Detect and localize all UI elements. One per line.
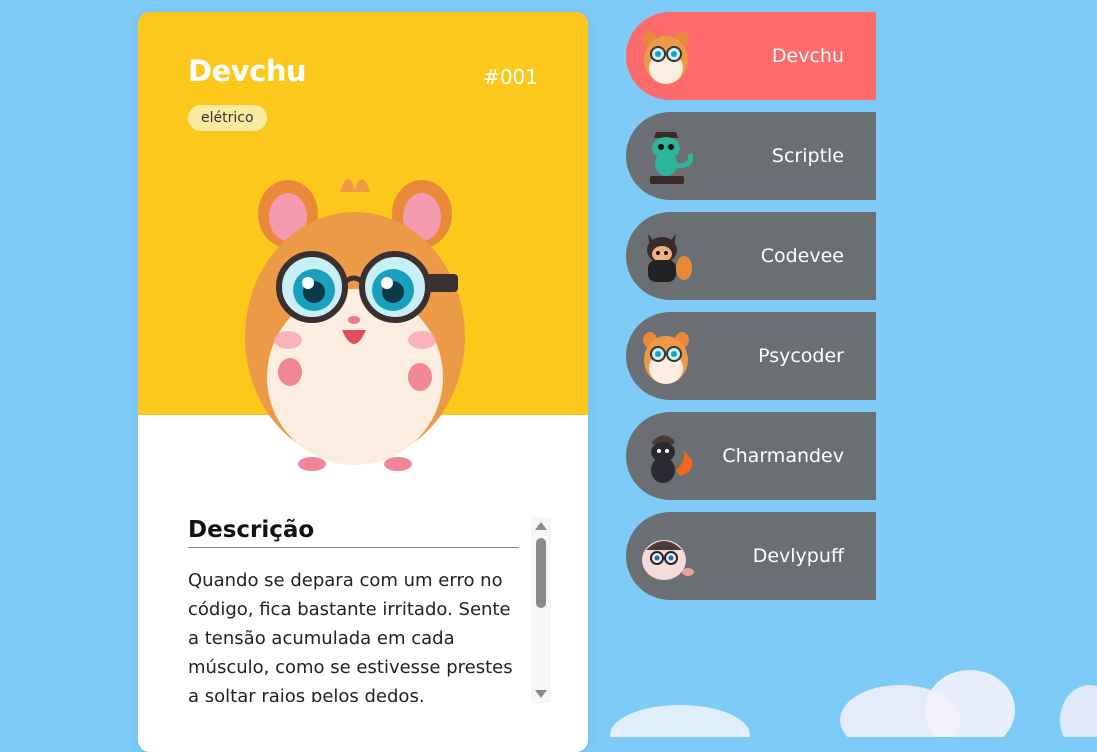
character-item-devchu[interactable]: Devchu xyxy=(626,12,876,100)
type-badge: elétrico xyxy=(188,105,267,131)
description-scrollbar[interactable] xyxy=(531,517,551,703)
character-item-label: Scriptle xyxy=(771,145,844,167)
dino-icon xyxy=(651,435,693,483)
character-item-label: Devchu xyxy=(771,45,844,67)
character-item-label: Charmandev xyxy=(722,445,844,467)
character-item-psycoder[interactable]: Psycoder xyxy=(626,312,876,400)
character-name: Devchu xyxy=(188,54,307,88)
hamster-with-glasses-icon xyxy=(245,178,465,471)
character-item-charmandev[interactable]: Charmandev xyxy=(626,412,876,500)
scrollbar-thumb[interactable] xyxy=(536,538,546,608)
character-item-label: Psycoder xyxy=(758,345,844,367)
hamster-icon xyxy=(643,332,689,384)
description-text: Quando se depara com um erro no código, … xyxy=(188,570,513,702)
character-card: Devchu #001 elétrico Descrição Quando se… xyxy=(138,12,588,752)
character-number: #001 xyxy=(483,65,538,89)
hamster-icon xyxy=(643,32,689,84)
character-item-scriptle[interactable]: Scriptle xyxy=(626,112,876,200)
cloud-decoration xyxy=(610,670,1097,737)
character-list: Devchu Scriptle Codevee Psycoder Charman… xyxy=(626,12,876,612)
character-item-codevee[interactable]: Codevee xyxy=(626,212,876,300)
character-item-label: Devlypuff xyxy=(752,545,844,567)
lizard-icon xyxy=(650,132,694,184)
character-item-devlypuff[interactable]: Devlypuff xyxy=(626,512,876,600)
description-area[interactable]: Descrição Quando se depara com um erro n… xyxy=(188,517,550,702)
character-item-label: Codevee xyxy=(760,245,844,267)
cat-icon xyxy=(647,234,692,282)
scroll-down-arrow-icon[interactable] xyxy=(535,690,547,698)
scroll-up-arrow-icon[interactable] xyxy=(535,522,547,530)
puffball-icon xyxy=(642,540,694,580)
description-title: Descrição xyxy=(188,517,519,548)
